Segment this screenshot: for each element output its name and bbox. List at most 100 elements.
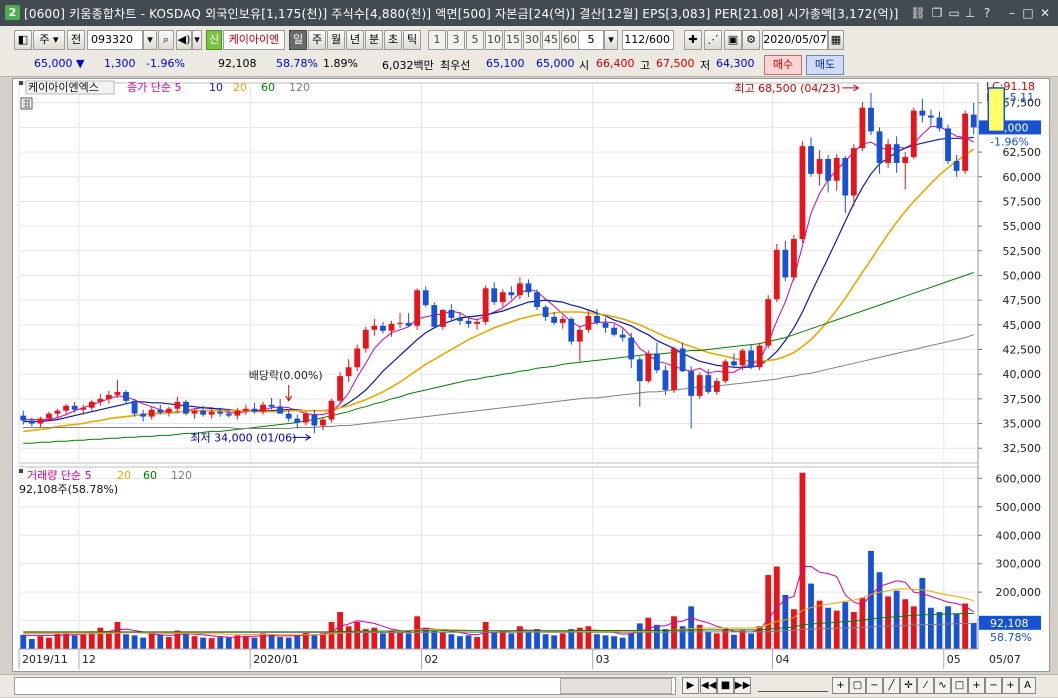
period-tab-0[interactable]: 일 <box>289 30 307 50</box>
count-dropdown-icon[interactable]: ▾ <box>604 30 618 50</box>
scroll-end-icon[interactable]: ▶▶ <box>734 677 751 694</box>
volume-bar <box>140 637 147 649</box>
interval-button-2[interactable]: 5 <box>466 30 484 50</box>
price-ma120-line <box>23 334 974 429</box>
candle-body <box>63 405 70 411</box>
minimize-icon[interactable]: – <box>1004 5 1020 21</box>
plus-small-icon[interactable]: + <box>1002 677 1019 694</box>
copy-window-icon[interactable]: ❐ <box>929 5 945 21</box>
calendar-icon[interactable]: ▦ <box>828 30 844 50</box>
interval-button-5[interactable]: 30 <box>523 30 541 50</box>
interval-button-6[interactable]: 45 <box>542 30 560 50</box>
change-percent: -1.96% <box>146 57 185 70</box>
type-select[interactable]: 주 ▾ <box>33 30 65 50</box>
font-icon[interactable]: A <box>1019 677 1036 694</box>
candle <box>790 235 797 281</box>
candle-body <box>628 337 635 360</box>
count-select[interactable]: 5 <box>578 30 604 50</box>
stock-code-input[interactable]: 093320 <box>87 30 143 50</box>
buy-button[interactable]: 매수 <box>764 55 802 75</box>
maximize-icon[interactable]: □ <box>1020 5 1036 21</box>
layout-icon[interactable]: ◧ <box>14 30 32 50</box>
high-price: 67,500 <box>656 57 695 70</box>
candle <box>397 312 403 328</box>
candle <box>910 107 917 159</box>
scroll-right-icon[interactable]: ▶ <box>682 677 699 694</box>
period-tab-1[interactable]: 주 <box>308 30 326 50</box>
candle <box>88 399 95 411</box>
candle <box>756 342 763 371</box>
date-input[interactable]: 2020/05/07 <box>762 30 828 50</box>
interval-button-7[interactable]: 60 <box>561 30 579 50</box>
interval-button-4[interactable]: 15 <box>504 30 522 50</box>
candle <box>234 407 241 420</box>
draw-line-icon[interactable]: ╱ <box>883 677 900 694</box>
save-icon[interactable]: ▣ <box>724 30 742 50</box>
interval-button-0[interactable]: 1 <box>428 30 446 50</box>
interval-button-3[interactable]: 10 <box>485 30 503 50</box>
candle-body <box>234 410 241 416</box>
zoom-slider[interactable] <box>758 679 828 692</box>
candle <box>671 346 677 393</box>
code-dropdown-icon[interactable]: ▾ <box>143 30 157 50</box>
x-tick-label: 2019/11 <box>22 653 68 666</box>
volume-bar <box>808 583 814 649</box>
volume-bar <box>628 633 635 649</box>
zoom-in-icon[interactable]: + <box>832 677 849 694</box>
volume-tick-label: 600,000 <box>996 472 1042 485</box>
close-icon[interactable]: ✕ <box>1037 5 1053 21</box>
legend-stock-name: 케이아이엔엑스 <box>28 81 99 94</box>
speaker-icon[interactable]: ◀) <box>176 30 192 50</box>
candle <box>970 102 977 135</box>
period-tab-5[interactable]: 초 <box>384 30 402 50</box>
candle <box>328 398 335 423</box>
candle <box>63 403 70 414</box>
remove-icon[interactable]: − <box>985 677 1002 694</box>
settings-icon[interactable]: ⚙ <box>742 30 760 50</box>
link-icon[interactable]: ⛓ <box>910 5 926 21</box>
search-icon[interactable]: ⌕ <box>158 30 174 50</box>
sell-button[interactable]: 매도 <box>806 55 844 75</box>
minimize-all-icon[interactable]: ▭ <box>946 5 962 21</box>
scroll-thumb[interactable] <box>560 678 672 694</box>
open-price: 66,400 <box>596 57 635 70</box>
wave-icon[interactable]: ∿ <box>934 677 951 694</box>
candle-body <box>534 292 540 308</box>
x-tick-label: 04 <box>776 653 790 666</box>
volume-bar <box>636 623 643 649</box>
candle-body <box>54 410 61 414</box>
open-label: 시 <box>579 59 590 72</box>
candle-body <box>285 413 292 419</box>
volume-bar <box>491 631 498 649</box>
chart-canvas[interactable]: 67,50065,00062,50060,00057,50055,00052,5… <box>13 79 1049 671</box>
trend-icon[interactable]: ⁄ <box>917 677 934 694</box>
period-tab-4[interactable]: 분 <box>365 30 383 50</box>
box-icon[interactable]: □ <box>951 677 968 694</box>
candle-body <box>551 316 558 323</box>
interval-button-1[interactable]: 3 <box>447 30 465 50</box>
period-tab-6[interactable]: 틱 <box>403 30 421 50</box>
chart-tools-icon[interactable]: ✚ <box>684 30 702 50</box>
period-tab-2[interactable]: 월 <box>327 30 345 50</box>
candle-body <box>379 325 386 331</box>
zoom-reset-icon[interactable]: ▢ <box>849 677 866 694</box>
range-input[interactable]: 112/600 <box>622 30 674 50</box>
period-tab-3[interactable]: 년 <box>346 30 364 50</box>
crosshair-icon[interactable]: ✛ <box>900 677 917 694</box>
volume-bar <box>902 599 909 649</box>
volume-bar <box>165 637 172 649</box>
scroll-start-icon[interactable]: ◀◀ <box>700 677 717 694</box>
prev-button[interactable]: 전 <box>67 30 85 50</box>
help-icon[interactable]: ? <box>979 5 995 21</box>
stock-name-label: 케이아이엔 <box>223 30 285 50</box>
low-price: 64,300 <box>716 57 755 70</box>
volume-bar <box>936 612 943 649</box>
chart-panel[interactable]: 67,50065,00062,50060,00057,50055,00052,5… <box>12 78 1050 672</box>
candle-body <box>157 409 164 413</box>
pin-icon[interactable]: ⊥ <box>962 5 978 21</box>
indicator-icon[interactable]: ⋰ <box>704 30 722 50</box>
scroll-stop-icon[interactable]: ■ <box>717 677 734 694</box>
speaker-dropdown-icon[interactable]: ▾ <box>192 30 202 50</box>
zoom-out-icon[interactable]: − <box>866 677 883 694</box>
add-icon[interactable]: + <box>968 677 985 694</box>
